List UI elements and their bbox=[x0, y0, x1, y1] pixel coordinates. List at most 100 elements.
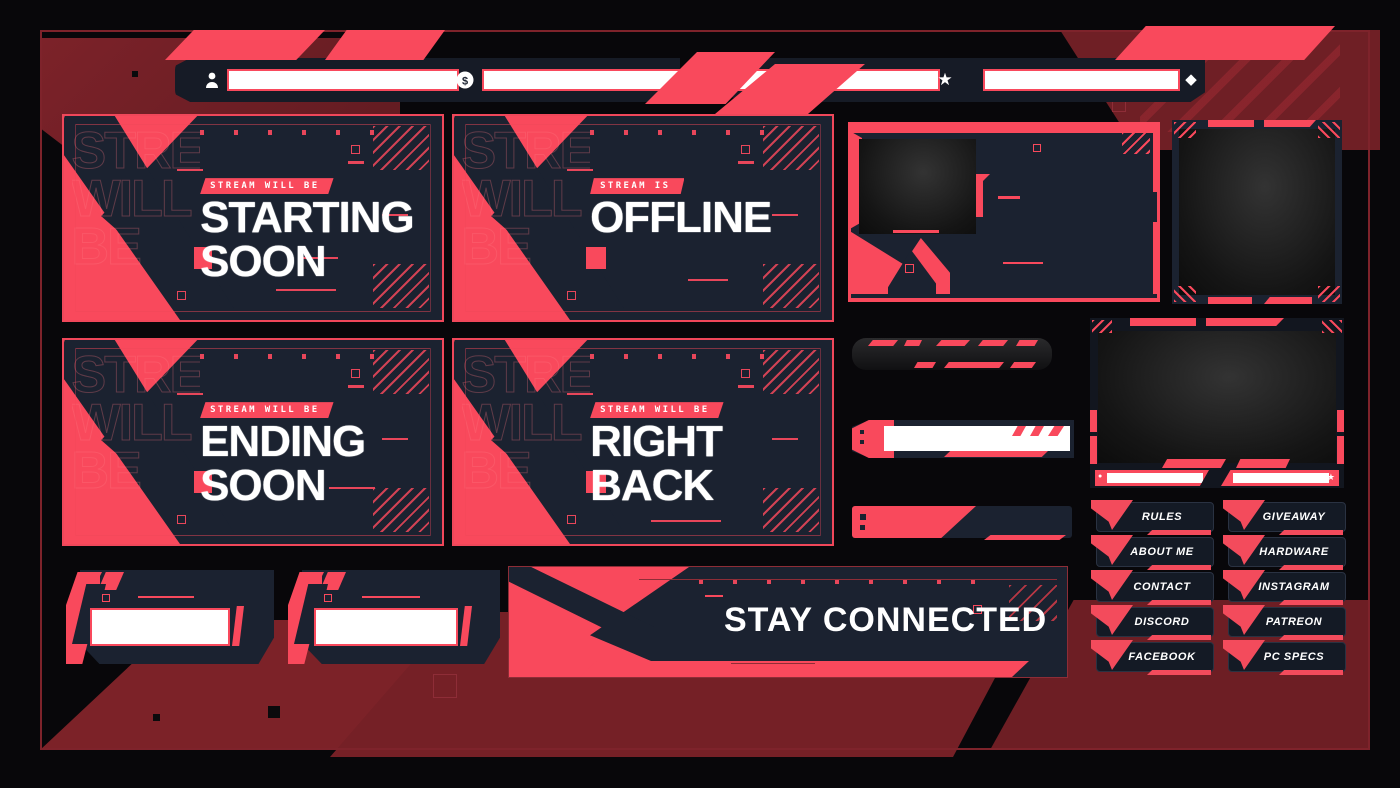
scene-card-ending-soon[interactable]: STREAM WILL BE STREAM WILL BE ENDING SOO… bbox=[62, 338, 444, 546]
webcam-video-area bbox=[859, 139, 976, 234]
topbar-accent-right bbox=[1115, 26, 1335, 60]
svg-text:$: $ bbox=[462, 76, 468, 88]
scene-corner-hatch-bottom bbox=[762, 487, 819, 532]
scene-title-line2: BACK bbox=[590, 460, 714, 510]
panel-button-pc-specs[interactable]: PC SPECS bbox=[1223, 640, 1346, 675]
webcam-tick bbox=[998, 196, 1020, 199]
scene-tick bbox=[347, 160, 364, 164]
panel-underline bbox=[1147, 600, 1211, 605]
lower-third-right-field[interactable] bbox=[314, 608, 458, 646]
scene-title-line2: SOON bbox=[200, 460, 327, 510]
alert-bar-chip bbox=[978, 340, 1008, 346]
webcam-accent-top bbox=[878, 124, 978, 133]
webcam-main-accent-right2 bbox=[1337, 436, 1344, 464]
scene-tick bbox=[177, 169, 204, 172]
webcam-main-accent-top bbox=[1130, 318, 1196, 326]
webcam-square-hatch-bl bbox=[1174, 286, 1196, 302]
label-bar-red-underline bbox=[984, 535, 1066, 540]
stay-connected-underline bbox=[731, 663, 815, 664]
webcam-main-namebar-left-field[interactable] bbox=[1107, 473, 1203, 483]
panel-button-contact[interactable]: CONTACT bbox=[1091, 570, 1214, 605]
scene-tick bbox=[177, 393, 204, 396]
scene-tick bbox=[381, 437, 408, 440]
webcam-square-outline bbox=[905, 264, 914, 273]
label-bar-dot bbox=[860, 430, 864, 434]
alert-bar-rounded[interactable] bbox=[852, 338, 1052, 370]
panel-label: PATREON bbox=[1265, 616, 1323, 628]
stay-connected-topline bbox=[639, 579, 1057, 580]
scene-square-outline bbox=[741, 368, 751, 378]
topbar-field-goal[interactable] bbox=[983, 69, 1180, 91]
scene-tick bbox=[737, 160, 754, 164]
panel-button-facebook[interactable]: FACEBOOK bbox=[1091, 640, 1214, 675]
scene-corner-hatch-bottom bbox=[762, 263, 819, 308]
webcam-main-namebar-left[interactable] bbox=[1095, 470, 1209, 486]
label-bar-red-dot bbox=[860, 514, 866, 520]
lower-third-left-field[interactable] bbox=[90, 608, 230, 646]
panel-underline bbox=[1147, 530, 1211, 535]
label-bar-white-field[interactable] bbox=[884, 426, 1070, 451]
panel-button-giveaway[interactable]: GIVEAWAY bbox=[1223, 500, 1346, 535]
scene-tick bbox=[275, 289, 336, 292]
scene-dot-row bbox=[200, 130, 397, 136]
webcam-frame-main[interactable]: ● ★ bbox=[1090, 318, 1344, 488]
panel-label: INSTAGRAM bbox=[1258, 581, 1330, 593]
scene-corner-hatch-top bbox=[762, 126, 819, 171]
scene-tick bbox=[650, 519, 721, 522]
topbar-field-followers[interactable] bbox=[227, 69, 459, 91]
scene-tick bbox=[771, 213, 798, 216]
lower-third-left[interactable] bbox=[66, 570, 274, 668]
webcam-square-accent-top2 bbox=[1264, 120, 1316, 127]
webcam-square-hatch-tl bbox=[1174, 122, 1196, 138]
alert-bar-chip bbox=[936, 340, 970, 346]
panel-button-hardware[interactable]: HARDWARE bbox=[1223, 535, 1346, 570]
alert-bar-chip-bottom bbox=[944, 362, 1004, 368]
label-bar-underline bbox=[944, 451, 1048, 457]
stay-connected-dot-row bbox=[698, 580, 989, 585]
scene-card-starting-soon[interactable]: STREAM WILL BE STREAM WILL BE STARTING S… bbox=[62, 114, 444, 322]
person-icon bbox=[203, 70, 221, 90]
webcam-main-video-area bbox=[1098, 331, 1336, 463]
panel-button-rules[interactable]: RULES bbox=[1091, 500, 1214, 535]
alert-bar-chip-bottom bbox=[914, 362, 936, 368]
label-bar-white[interactable] bbox=[852, 420, 1074, 458]
lower-third-left-square bbox=[102, 594, 110, 602]
scene-square-outline bbox=[177, 515, 187, 525]
panel-label: ABOUT ME bbox=[1130, 546, 1194, 558]
webcam-main-accent-bottom bbox=[1162, 459, 1226, 468]
scene-red-square bbox=[586, 246, 607, 269]
panel-button-patreon[interactable]: PATREON bbox=[1223, 605, 1346, 640]
scene-title-line1: ENDING bbox=[200, 417, 366, 467]
scene-kicker: STREAM WILL BE bbox=[590, 402, 724, 419]
stay-connected-dot bbox=[571, 607, 576, 612]
stay-connected-banner[interactable]: STAY CONNECTED bbox=[508, 566, 1068, 678]
panel-button-about-me[interactable]: ABOUT ME bbox=[1091, 535, 1214, 570]
label-bar-dot bbox=[860, 440, 864, 444]
lower-third-right[interactable] bbox=[288, 570, 500, 668]
scene-kicker: STREAM WILL BE bbox=[200, 402, 334, 419]
chevron-down-icon bbox=[1091, 500, 1133, 530]
webcam-tick bbox=[893, 230, 939, 233]
scene-title-line2: SOON bbox=[200, 236, 327, 286]
webcam-accent-right bbox=[1153, 132, 1160, 192]
panel-button-discord[interactable]: DISCORD bbox=[1091, 605, 1214, 640]
stay-connected-tick bbox=[705, 595, 723, 597]
scene-dot-row bbox=[590, 354, 787, 360]
scene-card-right-back[interactable]: STREAM WILL BE STREAM WILL BE RIGHT BACK bbox=[452, 338, 834, 546]
panel-button-instagram[interactable]: INSTAGRAM bbox=[1223, 570, 1346, 605]
scene-corner-hatch-bottom bbox=[372, 487, 429, 532]
webcam-main-namebar-right[interactable] bbox=[1221, 470, 1339, 486]
webcam-square-accent-bottom bbox=[1208, 297, 1252, 304]
scene-kicker: STREAM WILL BE bbox=[200, 178, 334, 195]
webcam-frame-wide[interactable] bbox=[848, 122, 1160, 302]
webcam-main-namebar-right-field[interactable] bbox=[1233, 473, 1329, 483]
scene-tick bbox=[567, 169, 594, 172]
scene-tick bbox=[347, 384, 364, 388]
scene-title-line1: OFFLINE bbox=[590, 193, 772, 243]
webcam-frame-square[interactable] bbox=[1172, 120, 1342, 304]
webcam-square-accent-bottom2 bbox=[1264, 297, 1312, 304]
scene-card-offline[interactable]: STREAM WILL BE STREAM IS OFFLINE bbox=[452, 114, 834, 322]
panel-button-grid: RULES GIVEAWAY ABOUT ME HARDWARE CONTACT… bbox=[1091, 500, 1346, 680]
label-bar-red[interactable] bbox=[852, 506, 1072, 540]
scene-square-outline bbox=[567, 291, 577, 301]
